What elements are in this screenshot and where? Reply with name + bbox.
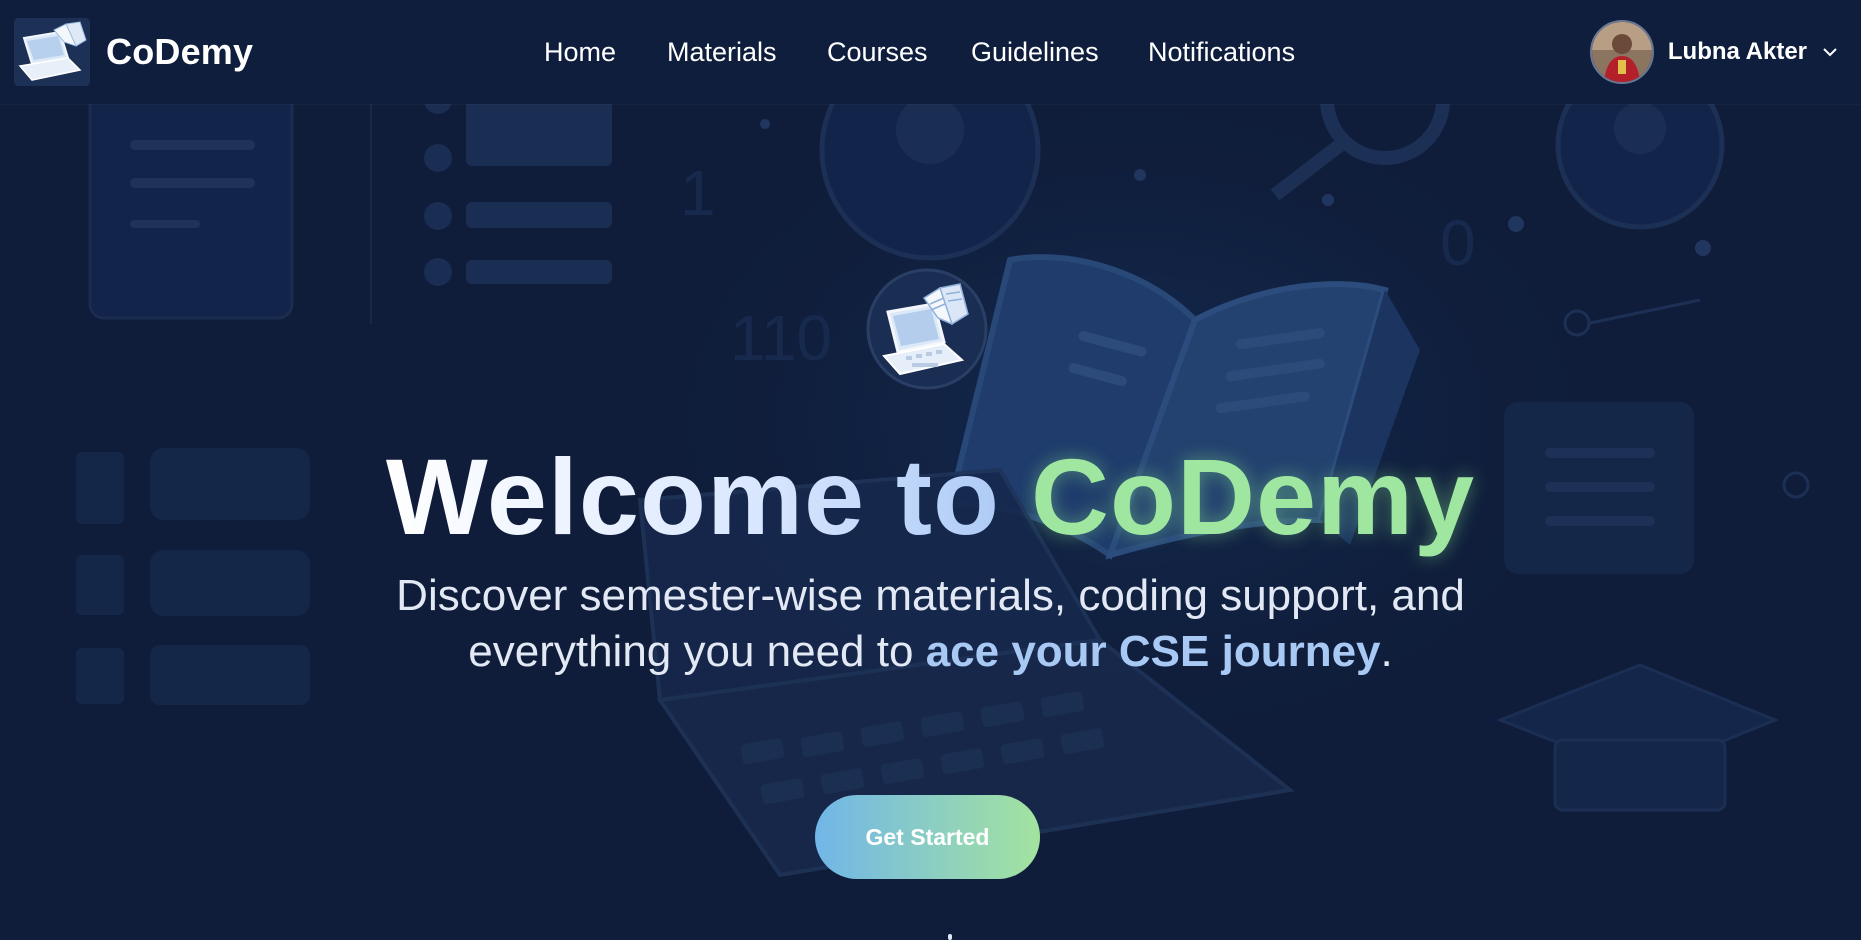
hero-title: Welcome to CoDemy — [0, 432, 1861, 562]
hero-subtitle-line1: Discover semester-wise materials, coding… — [396, 571, 1465, 620]
brand-name: CoDemy — [106, 31, 254, 72]
nav-materials[interactable]: Materials — [667, 30, 777, 74]
svg-text:0: 0 — [1440, 207, 1476, 279]
hero-subtitle: Discover semester-wise materials, coding… — [0, 568, 1861, 680]
hero-title-brand: CoDemy — [1031, 436, 1476, 557]
user-name[interactable]: Lubna Akter — [1668, 38, 1807, 66]
nav-home[interactable]: Home — [544, 30, 616, 74]
scroll-indicator — [948, 934, 952, 940]
hero-subtitle-suffix: . — [1380, 627, 1393, 676]
hero-subtitle-line2: everything you need to — [468, 627, 926, 676]
top-navbar: CoDemy Home Materials Courses Guidelines… — [0, 0, 1861, 104]
nav-courses[interactable]: Courses — [827, 30, 928, 74]
svg-text:1: 1 — [680, 157, 716, 229]
nav-notifications[interactable]: Notifications — [1148, 30, 1295, 74]
avatar[interactable] — [1589, 20, 1654, 84]
chevron-down-icon[interactable] — [1821, 43, 1839, 61]
get-started-button[interactable]: Get Started — [815, 795, 1040, 879]
laptop-book-icon — [866, 268, 988, 390]
user-menu[interactable]: Lubna Akter — [1589, 19, 1839, 85]
nav-guidelines[interactable]: Guidelines — [971, 30, 1099, 74]
svg-text:110: 110 — [730, 302, 832, 374]
hero-subtitle-highlight: ace your CSE journey — [925, 627, 1381, 676]
brand-link[interactable]: CoDemy — [14, 18, 253, 86]
hero-title-welcome: Welcome to — [385, 436, 1031, 557]
laptop-book-icon — [14, 18, 90, 86]
